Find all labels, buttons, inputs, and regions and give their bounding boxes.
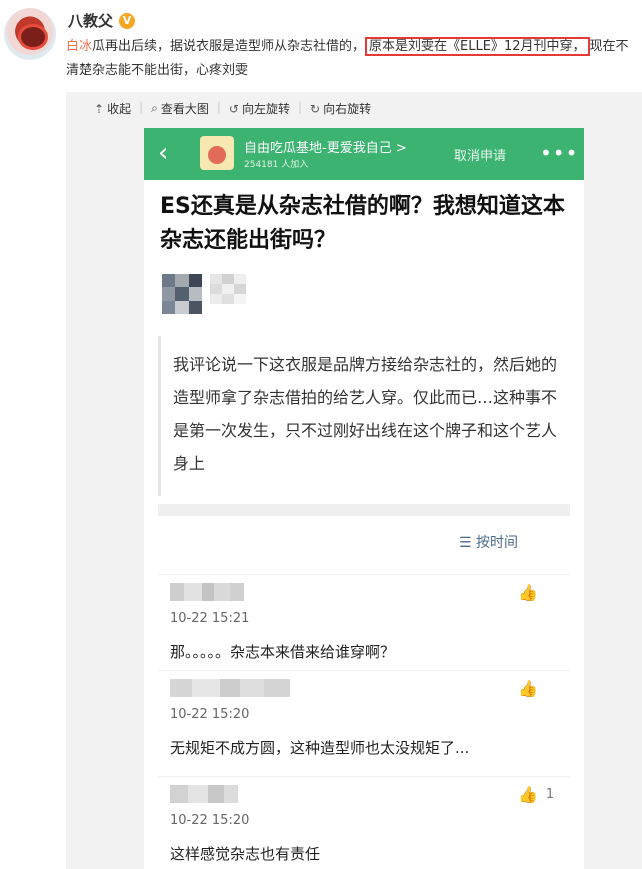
collapse-label: 收起 <box>107 102 132 116</box>
group-name: 自由吃瓜基地-更爱我自己 > <box>244 141 407 156</box>
group-member-count: 254181 人加入 <box>244 160 309 170</box>
like-button: 👍 <box>518 583 546 602</box>
view-large-label: 查看大图 <box>160 102 209 116</box>
sort-by-time-button: ☰ 按时间 <box>459 532 518 552</box>
blurred-avatar <box>162 274 202 314</box>
like-button: 👍 <box>518 679 546 698</box>
like-count: 1 <box>545 787 555 802</box>
screenshot-post-title: ES还真是从杂志社借的啊？我想知道这本杂志还能出街吗？ <box>160 194 565 253</box>
thumbs-up-icon: 👍 <box>518 679 538 698</box>
embedded-app-screenshot: ‹ 自由吃瓜基地-更爱我自己 > 254181 人加入 取消申请 ••• ES还… <box>144 128 584 869</box>
sort-label: 按时间 <box>476 535 519 551</box>
post-text: 白冰瓜再出后续，据说衣服是造型师从杂志社借的， 原本是刘雯在《ELLE》12月刊中… <box>66 35 636 83</box>
rotate-right-icon: ↻ <box>310 101 321 116</box>
thumbs-up-icon: 👍 <box>518 583 538 602</box>
comment-text: 无规矩不成方圆，这种造型师也太没规矩了... <box>170 739 470 757</box>
blurred-commenter-name <box>170 679 290 697</box>
thumbs-up-icon: 👍 <box>518 785 538 804</box>
verified-badge-icon: V <box>119 12 136 29</box>
quoted-comment: 我评论说一下这衣服是品牌方接给杂志社的，然后她的造型师拿了杂志借拍的给艺人穿。仅… <box>158 336 573 496</box>
rotate-left-icon: ↺ <box>228 101 239 116</box>
more-icon: ••• <box>540 141 579 165</box>
mention-link[interactable]: 白冰 <box>66 39 92 54</box>
cancel-request-button: 取消申请 <box>454 149 507 164</box>
blurred-commenter-name <box>170 785 238 803</box>
quoted-comment-text: 我评论说一下这衣服是品牌方接给杂志社的，然后她的造型师拿了杂志借拍的给艺人穿。仅… <box>173 355 558 473</box>
comment-text: 这样感觉杂志也有责任 <box>170 845 321 863</box>
author-name-text[interactable]: 八教父 <box>68 10 113 31</box>
author-name[interactable]: 八教父 V <box>68 10 136 31</box>
back-chevron-icon: ‹ <box>158 138 169 168</box>
sort-icon: ☰ <box>459 535 477 551</box>
rotate-left-button[interactable]: ↺ 向左旋转 <box>221 100 298 117</box>
comment-item: 👍 10-22 15:21 那。。。。。杂志本来借来给谁穿啊？ <box>158 574 570 663</box>
comment-time: 10-22 15:20 <box>170 813 250 828</box>
post-text-part1: 瓜再出后续，据说衣服是造型师从杂志社借的， <box>92 39 366 54</box>
zoom-icon: ⌕ <box>151 101 158 115</box>
view-large-button[interactable]: ⌕ 查看大图 <box>143 100 217 117</box>
group-header-bar: ‹ 自由吃瓜基地-更爱我自己 > 254181 人加入 取消申请 ••• <box>144 128 584 180</box>
rotate-right-label: 向右旋转 <box>323 102 372 116</box>
blurred-username <box>210 274 246 304</box>
collapse-icon: ⇡ <box>94 101 105 116</box>
avatar-mouth-graphic <box>18 24 48 50</box>
comment-item: 👍 1 10-22 15:20 这样感觉杂志也有责任 <box>158 776 570 869</box>
rotate-left-label: 向左旋转 <box>241 102 290 116</box>
section-divider <box>158 504 570 516</box>
author-avatar[interactable] <box>4 8 56 60</box>
group-avatar-face <box>208 146 226 164</box>
group-avatar-icon <box>200 136 234 170</box>
blurred-commenter-name <box>170 583 244 601</box>
comment-item: 👍 10-22 15:20 无规矩不成方圆，这种造型师也太没规矩了... <box>158 670 570 767</box>
comment-time: 10-22 15:20 <box>170 707 250 722</box>
collapse-button[interactable]: ⇡ 收起 <box>86 100 139 117</box>
rotate-right-button[interactable]: ↻ 向右旋转 <box>302 100 379 117</box>
image-toolbar: ⇡ 收起 | ⌕ 查看大图 | ↺ 向左旋转 | ↻ 向右旋转 <box>86 100 379 117</box>
comment-text: 那。。。。。杂志本来借来给谁穿啊？ <box>170 643 396 661</box>
like-button: 👍 1 <box>518 785 554 804</box>
expanded-image-panel: ⇡ 收起 | ⌕ 查看大图 | ↺ 向左旋转 | ↻ 向右旋转 ‹ 自由吃瓜基地-更爱我… <box>66 92 642 869</box>
highlighted-text: 原本是刘雯在《ELLE》12月刊中穿， <box>365 37 590 56</box>
comment-time: 10-22 15:21 <box>170 611 250 626</box>
